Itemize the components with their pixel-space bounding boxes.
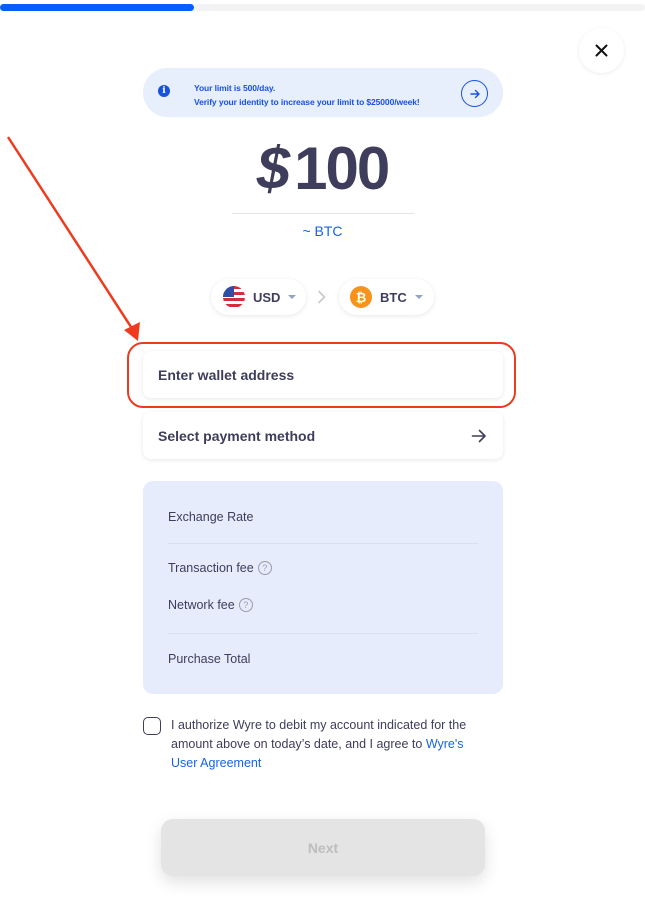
order-summary: Exchange Rate Transaction fee ? Network … xyxy=(143,481,503,694)
consent-text: I authorize Wyre to debit my account ind… xyxy=(171,716,481,773)
bitcoin-icon: ₿ xyxy=(350,286,372,308)
purchase-total-label: Purchase Total xyxy=(168,652,251,666)
consent-checkbox[interactable] xyxy=(143,717,161,735)
progress-bar xyxy=(0,4,645,11)
exchange-rate-row: Exchange Rate xyxy=(168,510,253,524)
crypto-estimate: ~ BTC xyxy=(302,223,343,239)
amount-divider xyxy=(232,213,414,214)
chevron-down-icon xyxy=(288,295,297,299)
network-fee-label: Network fee xyxy=(168,598,235,612)
banner-line-2: Verify your identity to increase your li… xyxy=(194,97,420,107)
summary-divider xyxy=(168,633,478,634)
summary-divider xyxy=(168,543,478,544)
info-icon: i xyxy=(158,85,170,97)
progress-fill xyxy=(0,4,194,11)
chevron-down-icon xyxy=(414,295,423,299)
purchase-total-row: Purchase Total xyxy=(168,652,250,666)
arrow-right-icon xyxy=(471,429,486,442)
help-icon[interactable]: ? xyxy=(238,598,253,612)
banner-line-1: Your limit is 500/day. xyxy=(194,83,276,93)
payment-method-selector[interactable]: Select payment method xyxy=(143,412,503,459)
network-fee-row: Network fee ? xyxy=(168,598,253,612)
close-button[interactable] xyxy=(579,28,624,73)
source-currency-dropdown[interactable]: USD xyxy=(211,279,306,315)
wallet-address-field[interactable] xyxy=(143,351,503,398)
chevron-right-icon xyxy=(318,290,326,304)
close-icon xyxy=(595,44,608,57)
consent-body: I authorize Wyre to debit my account ind… xyxy=(171,718,467,751)
verify-identity-button[interactable] xyxy=(461,80,488,107)
us-flag-icon xyxy=(223,286,245,308)
target-currency-code: BTC xyxy=(380,289,407,305)
exchange-rate-label: Exchange Rate xyxy=(168,510,254,524)
target-currency-dropdown[interactable]: ₿ BTC xyxy=(339,279,434,315)
currency-symbol: $ xyxy=(256,135,290,202)
transaction-fee-row: Transaction fee ? xyxy=(168,561,272,575)
banner-text: Your limit is 500/day. Verify your ident… xyxy=(194,81,420,109)
help-icon[interactable]: ? xyxy=(257,561,272,575)
source-currency-code: USD xyxy=(253,289,281,305)
payment-method-label: Select payment method xyxy=(158,427,316,444)
arrow-right-icon xyxy=(469,89,480,98)
amount-display[interactable]: $100 xyxy=(0,134,645,203)
next-button[interactable]: Next xyxy=(161,819,485,876)
amount-value: 100 xyxy=(294,135,390,202)
transaction-fee-label: Transaction fee xyxy=(168,561,254,575)
limit-banner[interactable]: i Your limit is 500/day. Verify your ide… xyxy=(143,68,503,117)
wallet-address-input[interactable] xyxy=(143,351,503,398)
